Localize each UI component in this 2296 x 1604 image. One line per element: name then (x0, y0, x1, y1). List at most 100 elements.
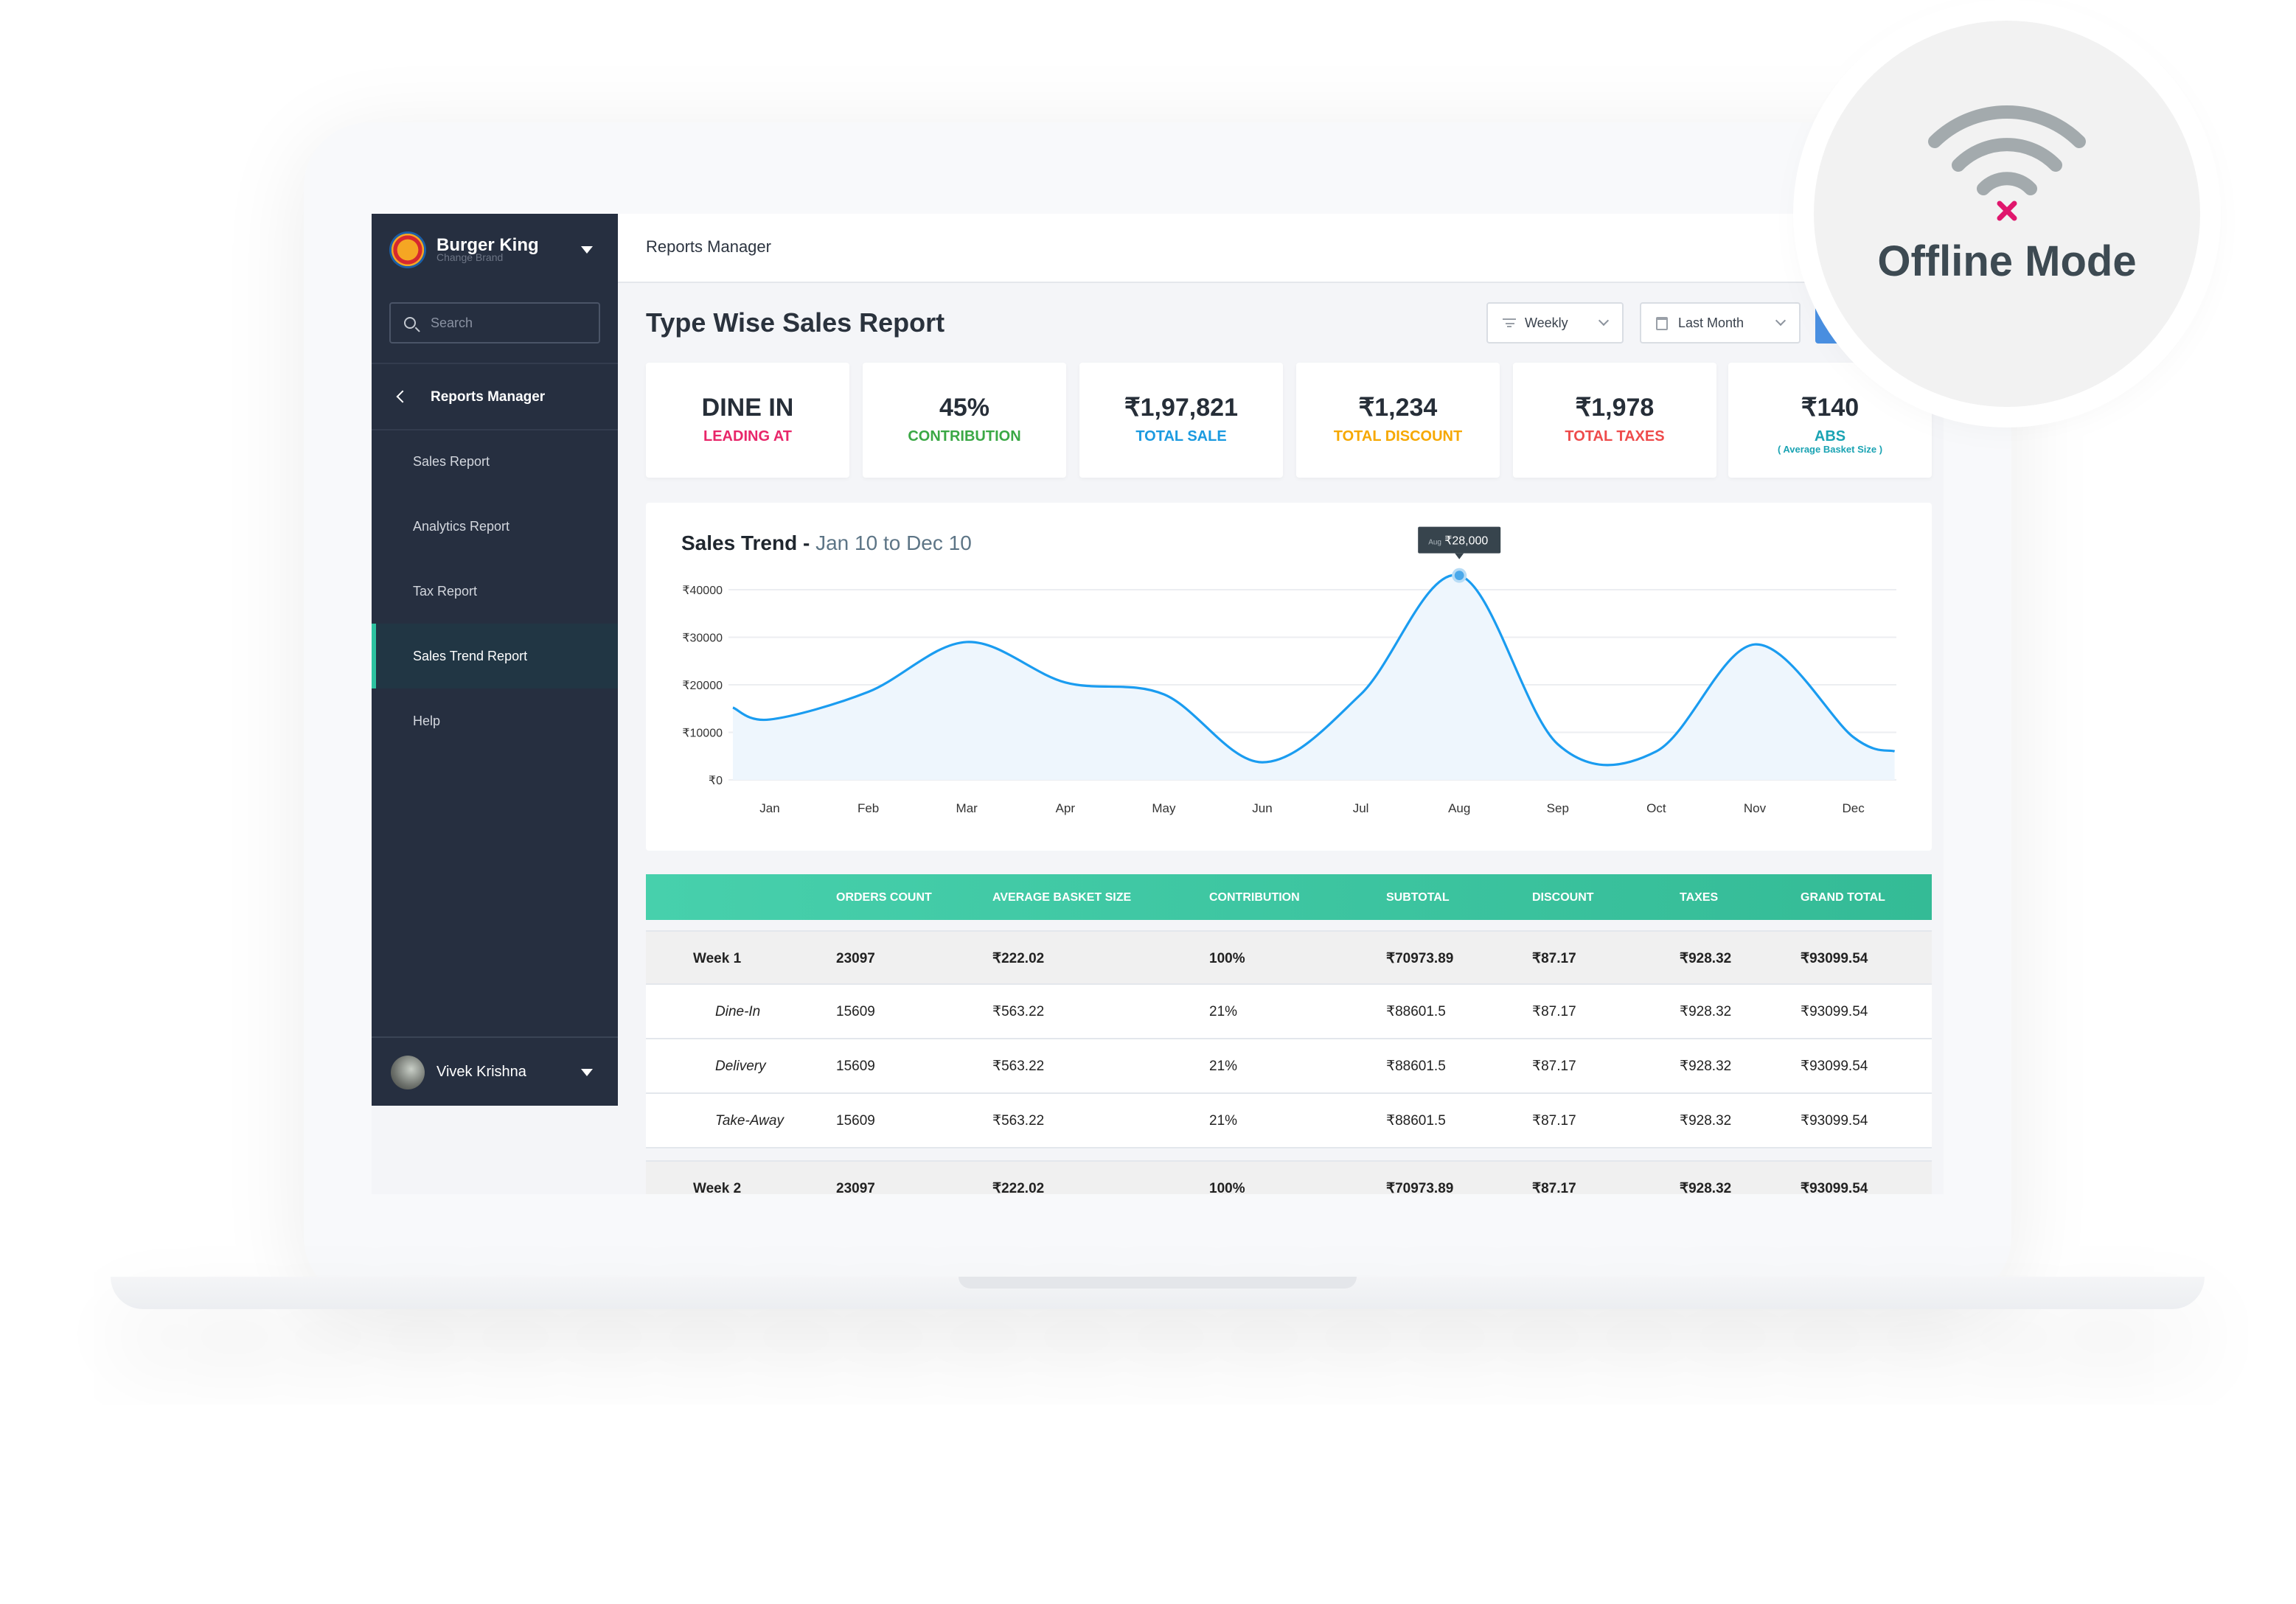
column-header[interactable]: SUBTOTAL (1386, 890, 1450, 904)
table-cell: 21% (1209, 1059, 1238, 1075)
table-cell: 15609 (836, 1004, 875, 1020)
kpi-label: CONTRIBUTION (908, 429, 1021, 445)
page-title: Type Wise Sales Report (646, 308, 945, 338)
filter-icon (1503, 316, 1516, 329)
table-row[interactable]: Take-Away 15609 ₹563.22 21% ₹88601.5 ₹87.17 ₹9… (646, 1094, 1932, 1148)
table-cell: ₹928.32 (1680, 1059, 1732, 1075)
x-tick-label: May (1152, 801, 1176, 815)
tooltip-value: ₹28,000 (1444, 535, 1488, 548)
breadcrumb: Reports Manager (646, 239, 771, 257)
app-screen: Burger King Change Brand Search Reports … (372, 214, 1944, 1194)
highlight-point (1454, 571, 1464, 581)
top-header: Reports Manager (618, 214, 1944, 283)
table-row[interactable]: Delivery 15609 ₹563.22 21% ₹88601.5 ₹87.17 ₹92… (646, 1039, 1932, 1094)
period-filter-dropdown[interactable]: Weekly (1486, 302, 1624, 344)
user-name: Vivek Krishna (436, 1064, 526, 1080)
column-header[interactable]: GRAND TOTAL (1801, 890, 1885, 904)
x-tick-label: Mar (956, 801, 978, 815)
sidebar-item-label: Tax Report (413, 584, 478, 599)
row-label: Take-Away (715, 1113, 784, 1129)
week-row[interactable]: Week 1 23097 ₹222.02 100% ₹70973.89 ₹87.17 ₹92… (646, 930, 1932, 985)
sales-trend-chart: ₹0 ₹10000 ₹20000 ₹30000 ₹40000 Jan Feb Mar Apr Ma… (682, 526, 1896, 815)
column-header[interactable]: AVERAGE BASKET SIZE (992, 890, 1131, 904)
kpi-label: TOTAL DISCOUNT (1333, 429, 1463, 445)
tooltip-month: Aug (1428, 539, 1441, 547)
y-tick-label: ₹0 (709, 775, 723, 787)
table-cell: ₹222.02 (992, 951, 1045, 967)
table-cell: 21% (1209, 1004, 1238, 1020)
sales-trend-card: Sales Trend - Jan 10 to Dec 10 ₹0 ₹10000 ₹… (646, 503, 1932, 851)
kpi-card: 45% CONTRIBUTION (863, 363, 1066, 478)
table-cell: ₹928.32 (1680, 1113, 1732, 1129)
sidebar-item-analytics-report[interactable]: Analytics Report (372, 494, 618, 559)
column-header[interactable]: DISCOUNT (1532, 890, 1594, 904)
chevron-left-icon (396, 390, 409, 403)
table-cell: ₹93099.54 (1801, 1113, 1868, 1129)
table-cell: 100% (1209, 951, 1245, 967)
table-cell: ₹87.17 (1532, 1004, 1576, 1020)
row-label: Dine-In (715, 1004, 761, 1020)
table-cell: ₹563.22 (992, 1113, 1045, 1129)
row-label: Week 1 (693, 951, 742, 967)
x-tick-label: Nov (1744, 801, 1767, 815)
kpi-card: ₹1,978 TOTAL TAXES (1513, 363, 1716, 478)
sidebar-item-sales-trend-report[interactable]: Sales Trend Report (372, 624, 618, 688)
sidebar-item-sales-report[interactable]: Sales Report (372, 429, 618, 494)
user-menu[interactable]: Vivek Krishna (372, 1036, 618, 1106)
sidebar-item-tax-report[interactable]: Tax Report (372, 559, 618, 624)
column-header[interactable]: ORDERS COUNT (836, 890, 932, 904)
table-cell: ₹88601.5 (1386, 1004, 1446, 1020)
column-header[interactable]: TAXES (1680, 890, 1718, 904)
x-tick-label: Aug (1448, 801, 1470, 815)
table-cell: ₹93099.54 (1801, 1059, 1868, 1075)
table-header: ORDERS COUNT AVERAGE BASKET SIZE CONTRIBUT… (646, 874, 1932, 920)
date-filter-dropdown[interactable]: Last Month (1640, 302, 1801, 344)
table-cell: 23097 (836, 1181, 875, 1194)
sidebar-item-label: Analytics Report (413, 519, 510, 534)
brand-caret-icon[interactable] (581, 246, 593, 254)
wifi-off-icon (1928, 105, 2086, 221)
kpi-value: ₹1,234 (1358, 394, 1438, 422)
search-placeholder: Search (431, 315, 473, 330)
x-tick-label: Jan (759, 801, 779, 815)
y-tick-label: ₹40000 (682, 585, 723, 597)
search-icon (404, 317, 416, 329)
y-tick-label: ₹30000 (682, 632, 723, 645)
column-header[interactable]: CONTRIBUTION (1209, 890, 1300, 904)
period-filter-value: Weekly (1525, 315, 1568, 330)
offline-mode-label: Offline Mode (1877, 239, 2137, 286)
table-row[interactable]: Dine-In 15609 ₹563.22 21% ₹88601.5 ₹87.17 ₹928… (646, 985, 1932, 1039)
brand-switcher[interactable]: Burger King Change Brand (389, 231, 539, 268)
back-reports-manager[interactable]: Reports Manager (372, 364, 618, 429)
table-cell: 15609 (836, 1113, 875, 1129)
kpi-label: TOTAL TAXES (1565, 429, 1665, 445)
table-cell: 100% (1209, 1181, 1245, 1194)
sidebar-item-label: Sales Report (413, 454, 490, 469)
kpi-card: ₹1,97,821 TOTAL SALE (1079, 363, 1283, 478)
chevron-down-icon (1598, 315, 1610, 327)
sidebar-section-label: Reports Manager (431, 388, 546, 405)
table-cell: ₹928.32 (1680, 951, 1732, 967)
tooltip-arrow (1455, 553, 1464, 559)
table-cell: ₹88601.5 (1386, 1059, 1446, 1075)
avatar (391, 1055, 425, 1089)
kpi-sublabel: ( Average Basket Size ) (1777, 445, 1883, 456)
date-filter-value: Last Month (1678, 315, 1744, 330)
user-caret-icon[interactable] (581, 1069, 593, 1076)
search-input[interactable]: Search (389, 302, 600, 344)
kpi-value: ₹1,978 (1575, 394, 1655, 422)
table-cell: ₹70973.89 (1386, 951, 1454, 967)
table-cell: ₹87.17 (1532, 951, 1576, 967)
row-label: Week 2 (693, 1181, 742, 1194)
offline-mode-badge: Offline Mode (1814, 21, 2200, 407)
sidebar: Burger King Change Brand Search Reports … (372, 214, 618, 1106)
kpi-card: ₹1,234 TOTAL DISCOUNT (1296, 363, 1500, 478)
sidebar-item-label: Sales Trend Report (413, 649, 528, 663)
week-row[interactable]: Week 2 23097 ₹222.02 100% ₹70973.89 ₹87.17 ₹92… (646, 1160, 1932, 1194)
x-tick-label: Feb (857, 801, 879, 815)
laptop-notch (959, 1277, 1357, 1289)
sidebar-item-help[interactable]: Help (372, 688, 618, 753)
change-brand-link[interactable]: Change Brand (436, 254, 539, 264)
kpi-label: LEADING AT (703, 429, 792, 445)
table-cell: ₹563.22 (992, 1004, 1045, 1020)
